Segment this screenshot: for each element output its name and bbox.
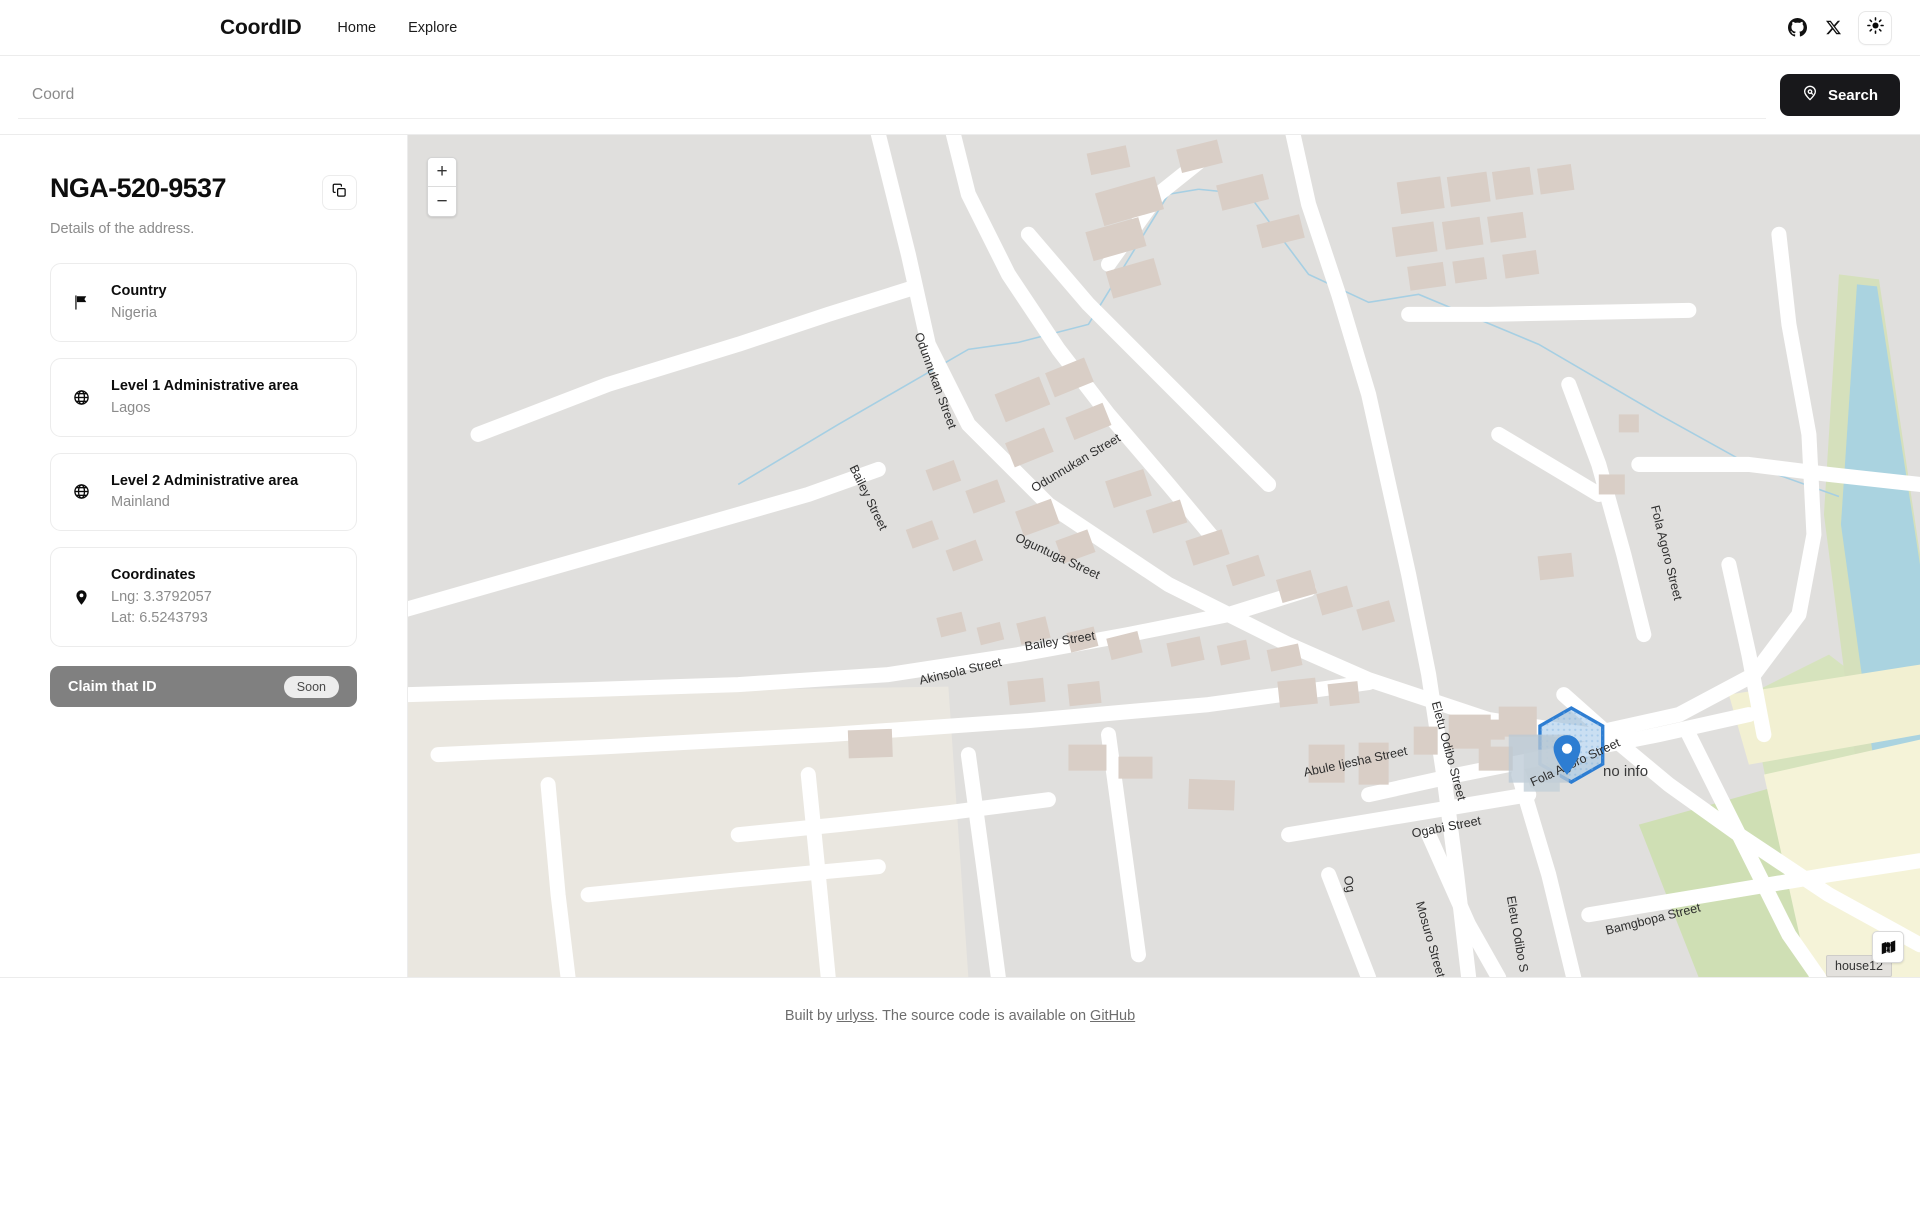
author-link[interactable]: urlyss [836, 1008, 874, 1024]
detail-card-admin2: Level 2 Administrative area Mainland [50, 452, 357, 532]
main-content: NGA-520-9537 Details of the address. Cou… [0, 135, 1920, 978]
zoom-in-button[interactable]: + [428, 158, 456, 187]
detail-cards: Country Nigeria Level 1 Administrative a… [50, 263, 357, 648]
detail-value-lat: Lat: 6.5243793 [111, 610, 208, 627]
map-layers-icon [1880, 939, 1897, 956]
detail-card-coordinates: Coordinates Lng: 3.3792057 Lat: 6.524379… [50, 547, 357, 648]
map-tiles: Odunnukan Street Odunnukan Street Bailey… [408, 135, 1920, 977]
claim-id-button[interactable]: Claim that ID Soon [50, 666, 357, 708]
coord-id-title: NGA-520-9537 [50, 173, 227, 203]
sidebar-header: NGA-520-9537 [50, 173, 357, 210]
github-icon[interactable] [1786, 17, 1808, 39]
nav-explore[interactable]: Explore [408, 20, 457, 36]
detail-value: Nigeria [111, 304, 157, 321]
footer-prefix: Built by [784, 1008, 837, 1024]
zoom-controls[interactable]: + − [427, 157, 457, 217]
detail-label: Country [111, 283, 167, 299]
zoom-out-button[interactable]: − [428, 187, 456, 216]
flag-icon [71, 294, 91, 311]
map-pin-marker[interactable] [1553, 735, 1581, 775]
map-pin-icon [71, 589, 91, 606]
footer-credit: Built by urlyss. The source code is avai… [785, 1008, 1135, 1224]
detail-value: Mainland [111, 494, 170, 511]
theme-toggle-button[interactable] [1858, 10, 1892, 45]
search-bar: Search [0, 56, 1920, 135]
sidebar-subtitle: Details of the address. [50, 221, 195, 237]
top-header: CoordID Home Explore [0, 0, 1920, 56]
detail-label: Level 2 Administrative area [111, 472, 299, 489]
search-input[interactable] [18, 71, 1766, 119]
map-feature-label: no info [1603, 763, 1649, 780]
search-button[interactable]: Search [1779, 74, 1900, 116]
details-sidebar: NGA-520-9537 Details of the address. Cou… [0, 135, 408, 977]
map-pin-search-icon [1802, 85, 1818, 105]
detail-value: Lagos [111, 399, 151, 416]
detail-card-admin1: Level 1 Administrative area Lagos [50, 357, 357, 437]
nav-home[interactable]: Home [337, 20, 376, 36]
detail-value-lng: Lng: 3.3792057 [111, 589, 212, 606]
detail-label: Coordinates [111, 567, 196, 584]
map-layers-button[interactable] [1872, 931, 1904, 963]
header-actions [1786, 10, 1892, 45]
x-twitter-icon[interactable] [1822, 17, 1844, 39]
globe-icon [71, 389, 91, 406]
search-button-label: Search [1827, 86, 1878, 104]
footer-middle: . The source code is available on [874, 1008, 1091, 1024]
copy-id-button[interactable] [322, 175, 357, 210]
detail-label: Level 1 Administrative area [111, 377, 299, 394]
sun-icon [1866, 16, 1884, 39]
github-link[interactable]: GitHub [1090, 1008, 1135, 1024]
claim-id-label: Claim that ID [68, 678, 157, 695]
app-brand: CoordID [220, 15, 302, 39]
soon-badge: Soon [283, 675, 339, 698]
globe-icon [71, 483, 91, 500]
map-canvas[interactable]: Odunnukan Street Odunnukan Street Bailey… [408, 135, 1920, 977]
main-nav: Home Explore [337, 20, 457, 36]
detail-card-country: Country Nigeria [50, 263, 357, 342]
page-footer: Built by urlyss. The source code is avai… [0, 978, 1920, 1224]
copy-icon [332, 183, 347, 203]
